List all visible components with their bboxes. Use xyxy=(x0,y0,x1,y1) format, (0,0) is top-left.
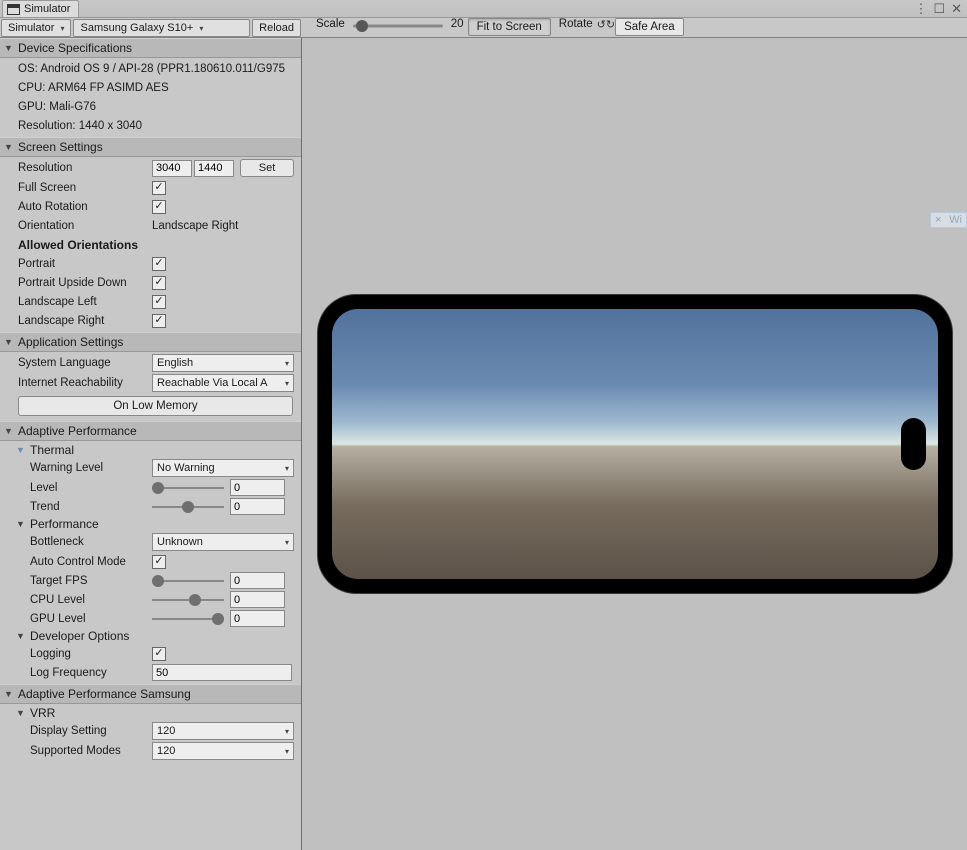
section-device-specs[interactable]: ▼Device Specifications xyxy=(0,38,301,58)
logging-checkbox[interactable] xyxy=(152,647,166,661)
log-frequency-label: Log Frequency xyxy=(30,667,152,679)
device-os: OS: Android OS 9 / API-28 (PPR1.180610.0… xyxy=(18,63,285,75)
landscape-left-label: Landscape Left xyxy=(18,296,152,308)
display-setting-dropdown[interactable]: 120 xyxy=(152,722,294,740)
gpu-level-slider[interactable] xyxy=(152,611,224,627)
section-adaptive-performance[interactable]: ▼Adaptive Performance xyxy=(0,421,301,441)
log-frequency-input[interactable] xyxy=(152,664,292,681)
scale-label: Scale xyxy=(312,18,349,37)
thermal-trend-label: Trend xyxy=(30,501,152,513)
auto-control-mode-checkbox[interactable] xyxy=(152,555,166,569)
device-screen xyxy=(332,309,938,579)
scale-slider[interactable] xyxy=(353,18,443,34)
window-titlebar: Simulator ⋮ ☐ ✕ xyxy=(0,0,967,18)
thermal-level-input[interactable] xyxy=(230,479,285,496)
rotate-ccw-icon[interactable]: ↺ xyxy=(597,18,606,37)
reload-button[interactable]: Reload xyxy=(252,19,301,37)
rotate-label: Rotate xyxy=(555,18,597,37)
bottleneck-label: Bottleneck xyxy=(30,536,152,548)
scale-value: 20 xyxy=(447,18,468,37)
logging-label: Logging xyxy=(30,648,152,660)
on-low-memory-button[interactable]: On Low Memory xyxy=(18,396,293,416)
auto-control-mode-label: Auto Control Mode xyxy=(30,556,152,568)
cpu-level-input[interactable] xyxy=(230,591,285,608)
display-setting-label: Display Setting xyxy=(30,725,152,737)
allowed-orientations-header: Allowed Orientations xyxy=(18,238,138,252)
gpu-level-label: GPU Level xyxy=(30,613,152,625)
landscape-right-label: Landscape Right xyxy=(18,315,152,327)
fullscreen-checkbox[interactable] xyxy=(152,181,166,195)
thermal-subsection[interactable]: ▼Thermal xyxy=(0,442,301,458)
portrait-upside-label: Portrait Upside Down xyxy=(18,277,152,289)
cpu-level-label: CPU Level xyxy=(30,594,152,606)
section-screen-settings[interactable]: ▼Screen Settings xyxy=(0,137,301,157)
simulator-viewport: Wi xyxy=(302,38,967,850)
device-camera-notch xyxy=(901,418,926,470)
thermal-trend-input[interactable] xyxy=(230,498,285,515)
landscape-left-checkbox[interactable] xyxy=(152,295,166,309)
fullscreen-label: Full Screen xyxy=(18,182,152,194)
window-tab-simulator[interactable]: Simulator xyxy=(2,0,79,17)
target-fps-label: Target FPS xyxy=(30,575,152,587)
device-gpu: GPU: Mali-G76 xyxy=(18,101,96,113)
thermal-level-slider[interactable] xyxy=(152,480,224,496)
auto-rotation-label: Auto Rotation xyxy=(18,201,152,213)
simulator-mode-dropdown[interactable]: Simulator xyxy=(1,19,71,37)
ghost-overlay[interactable]: Wi xyxy=(930,212,967,228)
internet-reachability-dropdown[interactable]: Reachable Via Local A xyxy=(152,374,294,392)
portrait-upside-checkbox[interactable] xyxy=(152,276,166,290)
device-resolution: Resolution: 1440 x 3040 xyxy=(18,120,142,132)
internet-reachability-label: Internet Reachability xyxy=(18,377,152,389)
performance-subsection[interactable]: ▼Performance xyxy=(0,516,301,532)
inspector-panel: ▼Device Specifications OS: Android OS 9 … xyxy=(0,38,302,850)
developer-options-subsection[interactable]: ▼Developer Options xyxy=(0,628,301,644)
gpu-level-input[interactable] xyxy=(230,610,285,627)
system-language-label: System Language xyxy=(18,357,152,369)
supported-modes-dropdown[interactable]: 120 xyxy=(152,742,294,760)
window-title: Simulator xyxy=(24,3,70,15)
resolution-height-input[interactable] xyxy=(194,160,234,177)
maximize-icon[interactable]: ☐ xyxy=(933,1,945,17)
viewport-toolbar: Scale 20 Fit to Screen Rotate ↺ ↻ Safe A… xyxy=(302,18,967,38)
fit-to-screen-button[interactable]: Fit to Screen xyxy=(468,18,551,36)
system-language-dropdown[interactable]: English xyxy=(152,354,294,372)
thermal-trend-slider[interactable] xyxy=(152,499,224,515)
context-menu-icon[interactable]: ⋮ xyxy=(914,1,927,17)
rotate-cw-icon[interactable]: ↻ xyxy=(606,18,615,37)
cpu-level-slider[interactable] xyxy=(152,592,224,608)
thermal-level-label: Level xyxy=(30,482,152,494)
target-fps-slider[interactable] xyxy=(152,573,224,589)
device-cpu: CPU: ARM64 FP ASIMD AES xyxy=(18,82,169,94)
warning-level-dropdown[interactable]: No Warning xyxy=(152,459,294,477)
target-fps-input[interactable] xyxy=(230,572,285,589)
simulator-window: Simulator ⋮ ☐ ✕ Simulator Samsung Galaxy… xyxy=(0,0,967,850)
auto-rotation-checkbox[interactable] xyxy=(152,200,166,214)
device-canvas[interactable]: Wi xyxy=(302,38,967,850)
portrait-label: Portrait xyxy=(18,258,152,270)
resolution-label: Resolution xyxy=(18,162,152,174)
safe-area-button[interactable]: Safe Area xyxy=(615,18,684,36)
bottleneck-dropdown[interactable]: Unknown xyxy=(152,533,294,551)
device-frame xyxy=(318,295,952,593)
portrait-checkbox[interactable] xyxy=(152,257,166,271)
section-adaptive-samsung[interactable]: ▼Adaptive Performance Samsung xyxy=(0,684,301,704)
device-dropdown[interactable]: Samsung Galaxy S10+ xyxy=(73,19,250,37)
resolution-width-input[interactable] xyxy=(152,160,192,177)
left-toolbar: Simulator Samsung Galaxy S10+ Reload xyxy=(0,18,302,38)
set-resolution-button[interactable]: Set xyxy=(240,159,294,177)
orientation-label: Orientation xyxy=(18,220,152,232)
supported-modes-label: Supported Modes xyxy=(30,745,152,757)
warning-level-label: Warning Level xyxy=(30,462,152,474)
vrr-subsection[interactable]: ▼VRR xyxy=(0,705,301,721)
window-icon xyxy=(7,4,20,15)
section-application-settings[interactable]: ▼Application Settings xyxy=(0,332,301,352)
close-icon[interactable]: ✕ xyxy=(951,1,962,17)
landscape-right-checkbox[interactable] xyxy=(152,314,166,328)
orientation-value: Landscape Right xyxy=(152,220,238,232)
